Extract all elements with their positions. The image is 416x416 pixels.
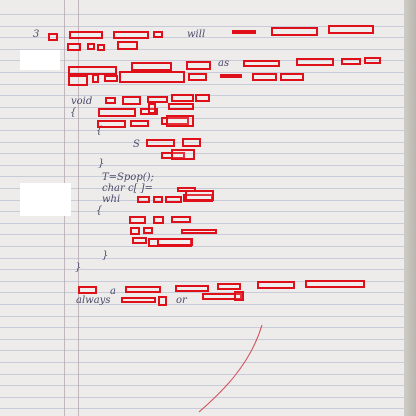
binder-edge xyxy=(404,0,416,416)
pen-stroke-drawing xyxy=(198,324,263,413)
red-pen-stroke xyxy=(198,324,263,413)
notebook-page: 3 will as void { { S } T=Spop(); char c[… xyxy=(0,0,404,416)
